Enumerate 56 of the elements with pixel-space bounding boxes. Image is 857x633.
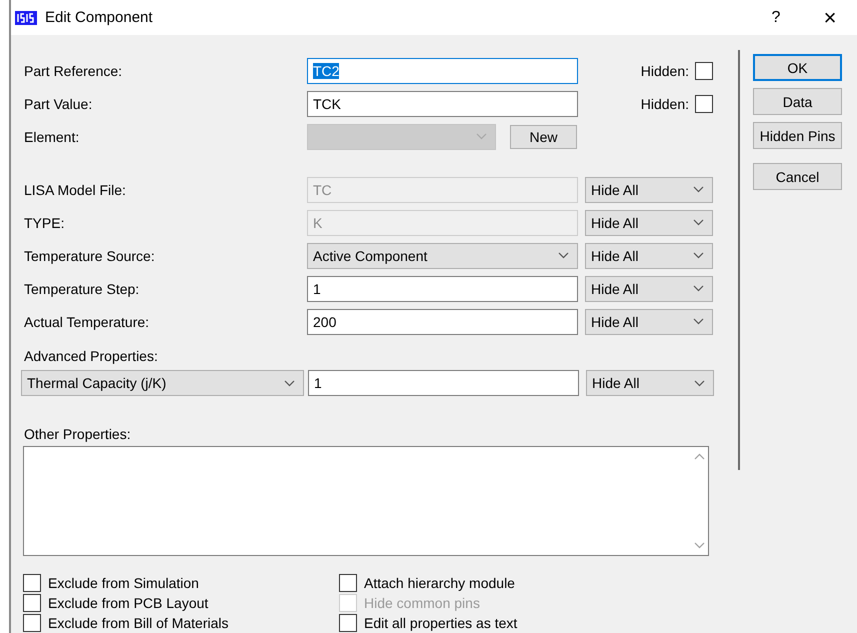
field-label: LISA Model File: <box>24 182 127 198</box>
section-label: Other Properties: <box>24 426 132 444</box>
checkbox[interactable] <box>23 574 41 592</box>
field-label: Element: <box>24 128 80 144</box>
close-button[interactable]: × <box>807 4 853 30</box>
chevron-icon <box>693 186 704 193</box>
chevron-icon <box>693 318 704 325</box>
checkbox[interactable] <box>23 594 41 612</box>
chevron-icon <box>558 252 569 259</box>
chevron-icon <box>693 219 704 226</box>
checkbox[interactable] <box>695 62 713 80</box>
field-label: Actual Temperature: <box>24 314 150 330</box>
dropdown[interactable]: Active Component <box>307 242 578 268</box>
chevron-icon <box>284 380 295 386</box>
visibility-dropdown[interactable]: Hide All <box>585 276 713 302</box>
checkbox-label: Exclude from PCB Layout <box>48 595 208 611</box>
field-label: Temperature Source: <box>24 248 156 264</box>
visibility-dropdown[interactable]: Hide All <box>586 370 714 396</box>
input-field[interactable]: TC2 <box>307 58 578 84</box>
chevron-icon <box>476 133 487 140</box>
checkbox[interactable] <box>339 574 357 592</box>
checkbox-label: Exclude from Bill of Materials <box>48 615 229 631</box>
checkbox[interactable] <box>23 614 41 632</box>
visibility-dropdown[interactable]: Hide All <box>585 242 713 268</box>
scroll-up-icon[interactable] <box>694 453 705 460</box>
window-title: Edit Component <box>45 9 153 26</box>
section-label: Advanced Properties: <box>24 348 159 366</box>
dialog-button[interactable]: Hidden Pins <box>753 122 842 149</box>
hidden-label: Hidden: <box>640 96 689 112</box>
input-field[interactable]: TCK <box>307 90 578 116</box>
chevron-icon <box>693 252 704 259</box>
field-label: Part Reference: <box>24 62 124 78</box>
checkbox[interactable] <box>695 94 713 112</box>
checkbox[interactable] <box>339 614 357 632</box>
logo-icon <box>15 10 37 24</box>
checkbox-label: Hide common pins <box>364 595 480 611</box>
input-field[interactable]: 200 <box>307 308 578 334</box>
dialog-button[interactable]: Data <box>753 88 842 115</box>
chevron-icon <box>693 285 704 292</box>
chevron-icon <box>694 380 705 386</box>
checkbox-label: Edit all properties as text <box>364 615 518 631</box>
dialog-button[interactable]: Cancel <box>753 163 842 190</box>
field-label: Temperature Step: <box>24 280 140 296</box>
property-dropdown[interactable]: Thermal Capacity (j/K) <box>21 370 304 396</box>
input-field[interactable]: 1 <box>307 276 578 302</box>
text-area[interactable] <box>23 446 709 556</box>
input-field[interactable]: 1 <box>308 370 579 396</box>
visibility-dropdown[interactable]: Hide All <box>585 308 713 334</box>
scroll-down-icon[interactable] <box>694 542 705 549</box>
checkbox-label: Exclude from Simulation <box>48 575 199 591</box>
field-label: TYPE: <box>24 214 66 230</box>
help-button[interactable]: ? <box>753 8 799 26</box>
hidden-label: Hidden: <box>640 62 689 78</box>
field-label: Part Value: <box>24 96 94 112</box>
checkbox-label: Attach hierarchy module <box>364 575 515 591</box>
dialog-button[interactable]: OK <box>753 54 842 81</box>
